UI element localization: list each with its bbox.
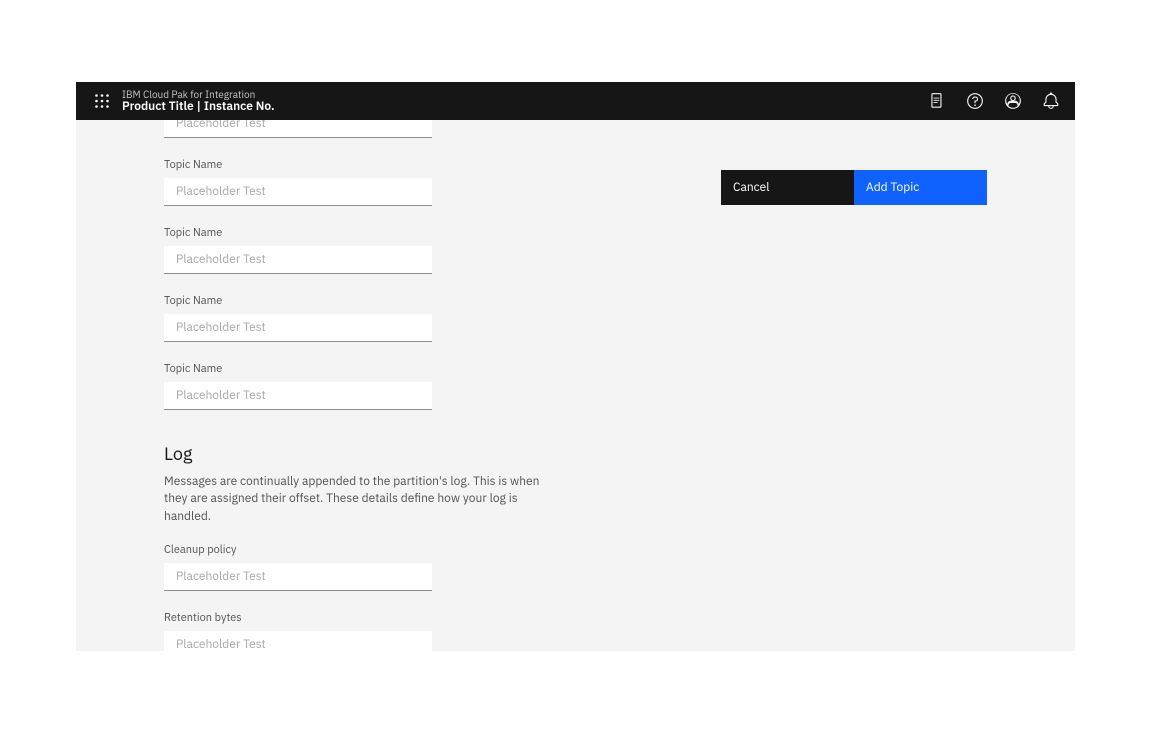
retention-bytes-input[interactable] bbox=[164, 631, 432, 651]
cleanup-policy-label: Cleanup policy bbox=[164, 543, 584, 557]
topic-name-input-2[interactable] bbox=[164, 246, 432, 274]
log-section-heading: Log bbox=[164, 442, 584, 465]
action-bar: Cancel Add Topic bbox=[721, 170, 987, 205]
retention-bytes-label: Retention bytes bbox=[164, 611, 584, 625]
app-header: IBM Cloud Pak for Integration Product Ti… bbox=[76, 82, 1075, 120]
topic-name-label: Topic Name bbox=[164, 294, 584, 308]
topic-name-input-4[interactable] bbox=[164, 382, 432, 410]
topic-name-input-3[interactable] bbox=[164, 314, 432, 342]
field-group-topic-name-2: Topic Name bbox=[164, 226, 584, 274]
field-group-topic-name-0 bbox=[164, 120, 584, 138]
cancel-button[interactable]: Cancel bbox=[721, 170, 854, 205]
field-group-retention-bytes: Retention bytes bbox=[164, 611, 584, 651]
topic-name-input-1[interactable] bbox=[164, 178, 432, 206]
log-section-description: Messages are continually appended to the… bbox=[164, 473, 554, 525]
header-title-block: IBM Cloud Pak for Integration Product Ti… bbox=[122, 89, 275, 113]
topic-name-label: Topic Name bbox=[164, 226, 584, 240]
cleanup-policy-input[interactable] bbox=[164, 563, 432, 591]
add-topic-button[interactable]: Add Topic bbox=[854, 170, 987, 205]
topic-name-label: Topic Name bbox=[164, 158, 584, 172]
notification-icon[interactable] bbox=[1039, 89, 1063, 113]
user-icon[interactable] bbox=[1001, 89, 1025, 113]
field-group-topic-name-3: Topic Name bbox=[164, 294, 584, 342]
document-icon[interactable] bbox=[925, 89, 949, 113]
app-switcher-icon[interactable] bbox=[92, 91, 112, 111]
field-group-cleanup-policy: Cleanup policy bbox=[164, 543, 584, 591]
field-group-topic-name-4: Topic Name bbox=[164, 362, 584, 410]
header-title: Product Title | Instance No. bbox=[122, 100, 275, 113]
topic-name-label: Topic Name bbox=[164, 362, 584, 376]
topic-name-input-0[interactable] bbox=[164, 120, 432, 138]
help-icon[interactable] bbox=[963, 89, 987, 113]
field-group-topic-name-1: Topic Name bbox=[164, 158, 584, 206]
